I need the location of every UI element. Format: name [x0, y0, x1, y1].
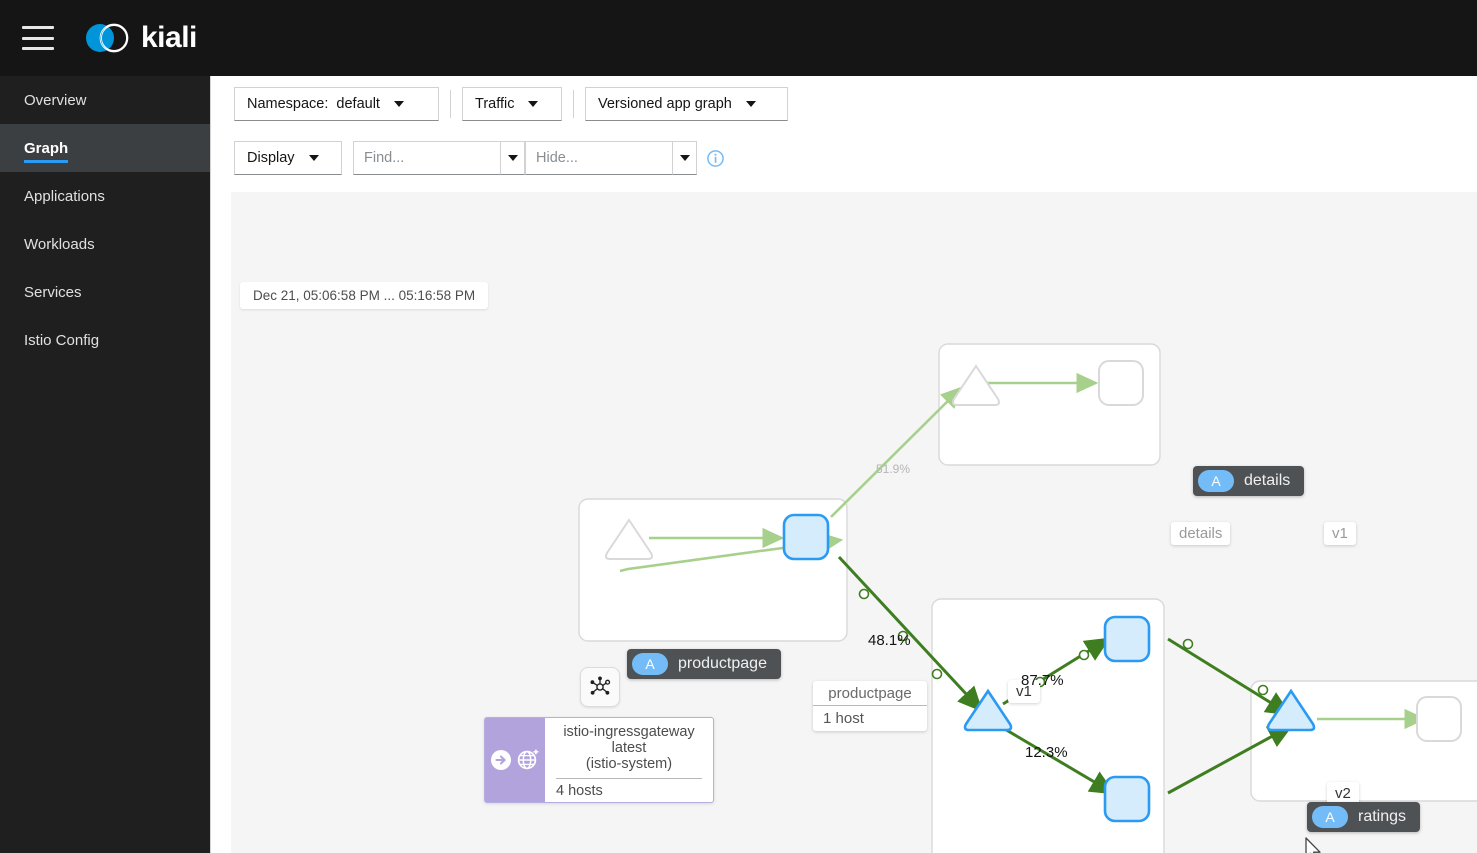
- display-label: Display: [247, 150, 295, 166]
- chevron-down-icon: [393, 101, 404, 107]
- chevron-down-icon: [308, 155, 319, 161]
- group-badge-ratings[interactable]: A ratings: [1307, 802, 1421, 832]
- hide-input[interactable]: [525, 141, 672, 175]
- toolbar-divider: [573, 90, 574, 118]
- node-details-v1: [1098, 360, 1144, 406]
- graph-canvas[interactable]: Dec 21, 05:06:58 PM ... 05:16:58 PM deta…: [231, 192, 1477, 853]
- app-badge-letter: A: [632, 653, 668, 675]
- namespace-selector[interactable]: Namespace: default: [234, 87, 439, 121]
- node-reviews-v3: [1103, 775, 1151, 823]
- sidebar: Overview Graph Applications Workloads Se…: [0, 76, 210, 853]
- edge-waypoint: [1257, 684, 1269, 696]
- info-circle-icon[interactable]: [707, 149, 724, 167]
- gateway-namespace: (istio-system): [585, 755, 673, 772]
- graph-type-selector[interactable]: Versioned app graph: [585, 87, 788, 121]
- edge-label-to-details: 51.9%: [876, 462, 911, 476]
- gateway-name: istio-ingressgateway: [563, 723, 695, 740]
- group-badge-name: productpage: [678, 655, 767, 672]
- sidebar-item-label: Graph: [24, 139, 69, 157]
- sidebar-item-istio-config[interactable]: Istio Config: [0, 316, 210, 364]
- node-label-details-service[interactable]: details: [1171, 522, 1231, 545]
- gateway-icon-group: [485, 718, 545, 802]
- graph-type-label: Versioned app graph: [598, 96, 732, 112]
- edge-waypoint: [1078, 649, 1090, 661]
- kiali-logo-icon: [86, 23, 129, 53]
- edge-waypoint: [931, 668, 943, 680]
- chevron-down-icon: [528, 101, 539, 107]
- sidebar-item-label: Overview: [24, 91, 87, 109]
- namespace-value: default: [336, 96, 380, 112]
- edge-label-reviews-v2: 87.7%: [1021, 672, 1064, 689]
- chevron-down-icon: [745, 101, 756, 107]
- app-badge-letter: A: [1312, 806, 1348, 828]
- edge-waypoint: [858, 588, 870, 600]
- edge-waypoint: [1182, 638, 1194, 650]
- sidebar-item-overview[interactable]: Overview: [0, 76, 210, 124]
- hamburger-icon[interactable]: [22, 26, 54, 50]
- node-productpage-v1: [782, 513, 830, 561]
- graph-toolbar: Namespace: default Traffic Versioned app…: [211, 76, 1477, 184]
- sidebar-item-label: Workloads: [24, 235, 95, 253]
- productpage-hosts: 1 host: [813, 705, 927, 731]
- masthead: kiali: [0, 0, 1477, 76]
- brand[interactable]: kiali: [82, 18, 197, 58]
- traffic-selector[interactable]: Traffic: [462, 87, 562, 121]
- sidebar-item-graph[interactable]: Graph: [0, 124, 210, 172]
- gateway-icon: [517, 749, 539, 770]
- brand-text: kiali: [141, 21, 197, 54]
- sidebar-item-label: Istio Config: [24, 331, 100, 349]
- display-menu-button[interactable]: Display: [234, 141, 342, 175]
- sidebar-item-services[interactable]: Services: [0, 268, 210, 316]
- sidebar-item-label: Services: [24, 283, 82, 301]
- sidebar-item-workloads[interactable]: Workloads: [0, 220, 210, 268]
- main-content: Namespace: default Traffic Versioned app…: [210, 76, 1477, 853]
- sidebar-item-label: Applications: [24, 187, 105, 205]
- gateway-version: latest: [611, 739, 647, 756]
- arrow-right-circle-icon: [491, 750, 511, 770]
- node-ratings-v1: [1416, 696, 1462, 742]
- node-label-details-v1[interactable]: v1: [1324, 522, 1356, 545]
- group-badge-details[interactable]: A details: [1193, 466, 1305, 496]
- find-dropdown-toggle[interactable]: [500, 141, 525, 175]
- graph-topology: [578, 343, 1477, 853]
- find-input[interactable]: [353, 141, 500, 175]
- group-badge-productpage[interactable]: A productpage: [627, 649, 781, 679]
- edge-v2-to-ratings: [1167, 637, 1292, 716]
- group-badge-name: details: [1244, 472, 1291, 489]
- sidebar-item-applications[interactable]: Applications: [0, 172, 210, 220]
- productpage-service-name: productpage: [828, 685, 912, 702]
- toolbar-divider: [450, 90, 451, 118]
- service-mesh-icon: [590, 676, 611, 695]
- edge-label-reviews-v3: 12.3%: [1025, 744, 1068, 761]
- hide-dropdown-toggle[interactable]: [672, 141, 697, 175]
- service-mesh-icon-node[interactable]: [580, 667, 620, 707]
- node-label-productpage-service[interactable]: productpage 1 host: [813, 681, 927, 731]
- gateway-hosts: 4 hosts: [556, 782, 603, 799]
- namespace-label: Namespace:: [247, 96, 329, 112]
- edge-label-to-reviews: 48.1%: [868, 632, 911, 649]
- traffic-label: Traffic: [475, 96, 515, 112]
- app-badge-letter: A: [1198, 470, 1234, 492]
- gateway-title: istio-ingressgateway latest (istio-syste…: [563, 724, 694, 772]
- node-reviews-v2: [1103, 615, 1151, 663]
- node-istio-ingressgateway[interactable]: istio-ingressgateway latest (istio-syste…: [484, 717, 714, 803]
- group-badge-name: ratings: [1358, 808, 1407, 825]
- active-indicator: [24, 160, 68, 163]
